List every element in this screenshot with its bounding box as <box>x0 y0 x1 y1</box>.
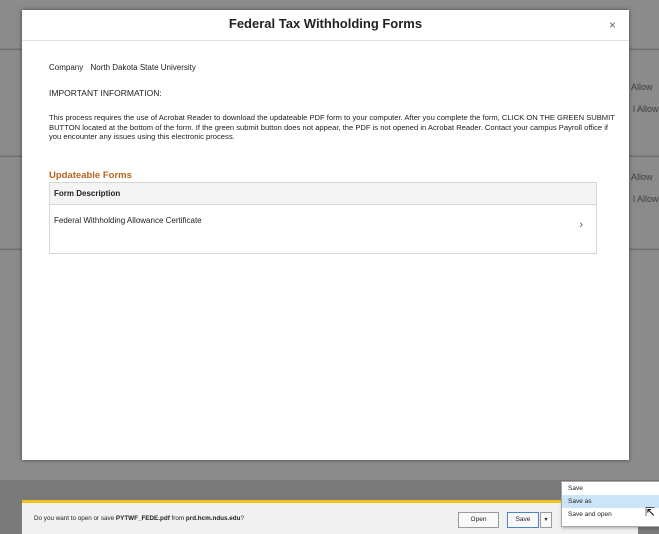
modal-header: Federal Tax Withholding Forms × <box>22 10 629 41</box>
background-label: l Allow <box>633 104 659 114</box>
company-row: Company North Dakota State University <box>49 63 196 72</box>
important-heading: IMPORTANT INFORMATION: <box>49 88 162 98</box>
open-button[interactable]: Open <box>458 512 499 528</box>
federal-tax-forms-modal: Federal Tax Withholding Forms × Company … <box>22 10 629 460</box>
modal-title: Federal Tax Withholding Forms <box>228 16 423 31</box>
form-description-cell: Federal Withholding Allowance Certificat… <box>54 216 202 225</box>
table-row[interactable]: Federal Withholding Allowance Certificat… <box>50 205 596 251</box>
chevron-right-icon: › <box>579 219 583 231</box>
save-dropdown-arrow[interactable]: ▾ <box>540 512 552 528</box>
file-name: PYTWF_FEDE.pdf <box>115 515 170 522</box>
section-title: Updateable Forms <box>49 170 132 181</box>
prompt-prefix: Do you want to open or save <box>34 515 116 522</box>
background-label: Allow <box>631 82 653 92</box>
host-name: prd.hcm.ndus.edu <box>185 515 241 522</box>
close-icon[interactable]: × <box>609 19 616 31</box>
download-bar: Do you want to open or save PYTWF_FEDE.p… <box>22 500 638 534</box>
save-menu: Save Save as Save and open <box>561 481 659 527</box>
company-label: Company <box>49 63 84 72</box>
prompt-suffix: ? <box>240 515 244 522</box>
company-value: North Dakota State University <box>90 63 196 72</box>
background-label: Allow <box>631 172 653 182</box>
save-button[interactable]: Save <box>507 512 539 528</box>
forms-table: Form Description Federal Withholding All… <box>49 182 597 254</box>
background-label: l Allow <box>633 194 659 204</box>
prompt-middle: from <box>169 515 186 522</box>
download-prompt: Do you want to open or save PYTWF_FEDE.p… <box>34 515 244 522</box>
instructions-paragraph: This process requires the use of Acrobat… <box>49 113 615 141</box>
mouse-cursor-icon: ⇱ <box>645 505 656 519</box>
menu-item-save[interactable]: Save <box>562 482 659 495</box>
table-header: Form Description <box>50 183 596 205</box>
